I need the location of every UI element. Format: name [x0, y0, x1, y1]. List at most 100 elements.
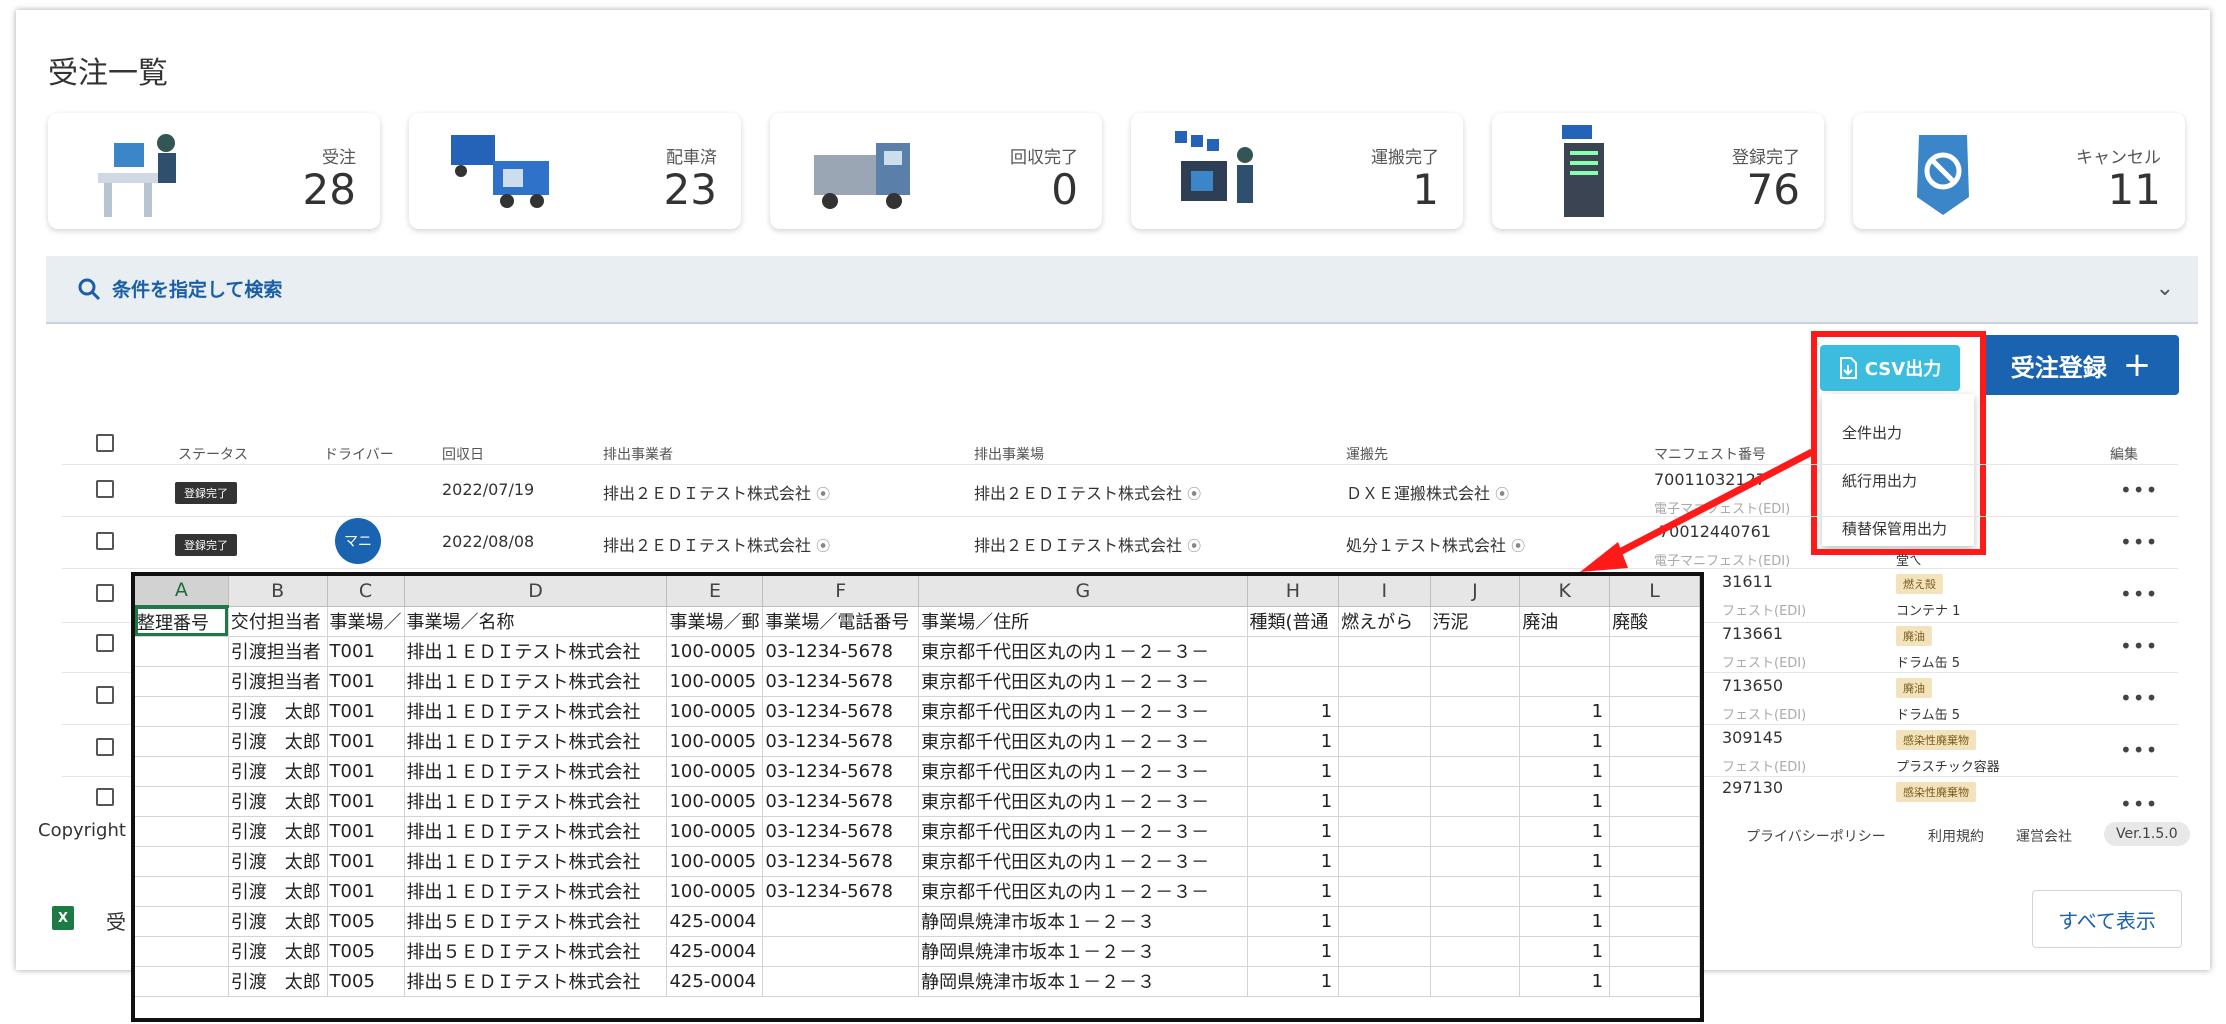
location-pin-icon[interactable]: ⦿ [1511, 539, 1525, 555]
sheet-column-header[interactable]: H [1247, 576, 1340, 607]
sheet-cell[interactable]: 種類(普通 [1247, 606, 1340, 637]
row-checkbox[interactable] [96, 738, 114, 756]
stat-card-dispatched[interactable]: 配車済 23 [409, 113, 741, 229]
sheet-cell[interactable] [1609, 936, 1700, 967]
sheet-cell[interactable] [1609, 696, 1700, 727]
show-all-downloads-button[interactable]: すべて表示 [2032, 890, 2182, 948]
sheet-cell[interactable] [1609, 906, 1700, 937]
sheet-cell[interactable]: 東京都千代田区丸の内１－２－３－ [918, 696, 1248, 727]
sheet-cell[interactable]: 1 [1519, 726, 1611, 757]
row-menu-button[interactable]: ••• [2120, 478, 2158, 502]
row-checkbox[interactable] [96, 788, 114, 806]
sheet-cell[interactable]: 1 [1247, 816, 1340, 847]
sheet-cell[interactable]: 事業場／ [327, 606, 405, 637]
location-pin-icon[interactable]: ⦿ [1495, 487, 1509, 503]
sheet-cell[interactable]: 03-1234-5678 [762, 876, 920, 907]
sheet-cell[interactable]: 東京都千代田区丸の内１－２－３－ [918, 786, 1248, 817]
sheet-cell[interactable]: 1 [1519, 786, 1611, 817]
row-checkbox[interactable] [96, 584, 114, 602]
sheet-cell[interactable]: 東京都千代田区丸の内１－２－３－ [918, 846, 1248, 877]
location-pin-icon[interactable]: ⦿ [1187, 539, 1201, 555]
stat-card-transported[interactable]: 運搬完了 1 [1131, 113, 1463, 229]
sheet-cell[interactable]: 排出１ＥＤＩテスト株式会社 [404, 756, 668, 787]
sheet-cell[interactable]: 1 [1247, 696, 1340, 727]
sheet-cell[interactable]: 1 [1519, 696, 1611, 727]
row-menu-button[interactable]: ••• [2120, 530, 2158, 554]
sheet-cell[interactable]: 交付担当者 [228, 606, 328, 637]
sheet-cell[interactable] [1430, 936, 1521, 967]
sheet-cell[interactable]: T001 [327, 876, 405, 907]
sheet-cell[interactable]: T005 [327, 906, 405, 937]
sheet-column-header[interactable]: A [135, 576, 229, 608]
sheet-cell[interactable] [1338, 786, 1431, 817]
add-order-button[interactable]: 受注登録 + [1983, 335, 2179, 395]
select-all-checkbox[interactable] [96, 434, 114, 452]
sheet-cell[interactable]: 事業場／郵 [666, 606, 764, 637]
sheet-cell[interactable]: 引渡 太郎 [228, 786, 328, 817]
sheet-cell[interactable]: 1 [1247, 936, 1340, 967]
sheet-column-header[interactable]: C [327, 576, 405, 607]
sheet-cell[interactable]: T005 [327, 936, 405, 967]
sheet-cell[interactable]: 100-0005 [666, 636, 764, 667]
sheet-cell[interactable] [135, 786, 229, 817]
sheet-cell[interactable]: 東京都千代田区丸の内１－２－３－ [918, 756, 1248, 787]
row-menu-button[interactable]: ••• [2120, 738, 2158, 762]
sheet-cell[interactable]: 03-1234-5678 [762, 636, 920, 667]
sheet-cell[interactable] [1609, 666, 1700, 697]
sheet-cell[interactable]: 排出１ＥＤＩテスト株式会社 [404, 636, 668, 667]
sheet-cell[interactable]: 03-1234-5678 [762, 846, 920, 877]
sheet-cell[interactable]: 排出５ＥＤＩテスト株式会社 [404, 906, 668, 937]
sheet-cell[interactable] [1338, 816, 1431, 847]
row-manifest[interactable]: 309145 [1722, 728, 1783, 747]
sheet-cell[interactable]: T001 [327, 726, 405, 757]
sheet-cell[interactable]: T001 [327, 816, 405, 847]
row-menu-button[interactable]: ••• [2120, 582, 2158, 606]
sheet-cell[interactable]: 引渡 太郎 [228, 816, 328, 847]
sheet-cell[interactable]: 排出１ＥＤＩテスト株式会社 [404, 876, 668, 907]
row-checkbox[interactable] [96, 480, 114, 498]
sheet-cell[interactable]: 東京都千代田区丸の内１－２－３－ [918, 816, 1248, 847]
sheet-cell[interactable]: 引渡 太郎 [228, 936, 328, 967]
sheet-cell[interactable]: 東京都千代田区丸の内１－２－３－ [918, 666, 1248, 697]
sheet-cell[interactable]: 東京都千代田区丸の内１－２－３－ [918, 636, 1248, 667]
sheet-cell[interactable] [1338, 636, 1431, 667]
sheet-cell[interactable]: 燃えがら [1338, 606, 1431, 637]
sheet-cell[interactable] [1609, 636, 1700, 667]
sheet-cell[interactable] [1609, 786, 1700, 817]
sheet-cell[interactable]: 1 [1247, 786, 1340, 817]
sheet-cell[interactable]: 03-1234-5678 [762, 786, 920, 817]
sheet-cell[interactable]: 排出１ＥＤＩテスト株式会社 [404, 696, 668, 727]
privacy-link[interactable]: プライバシーポリシー [1746, 826, 1886, 846]
sheet-cell[interactable]: 静岡県焼津市坂本１－２－３ [918, 966, 1248, 997]
sheet-cell[interactable]: 425-0004 [666, 906, 764, 937]
sheet-cell[interactable] [1338, 876, 1431, 907]
location-pin-icon[interactable]: ⦿ [816, 539, 830, 555]
sheet-cell[interactable] [1338, 966, 1431, 997]
sheet-cell[interactable]: 引渡 太郎 [228, 756, 328, 787]
stat-card-registered[interactable]: 登録完了 76 [1492, 113, 1824, 229]
sheet-cell[interactable]: 1 [1247, 906, 1340, 937]
sheet-cell[interactable]: 1 [1519, 876, 1611, 907]
download-file-name[interactable]: 受 [106, 906, 126, 935]
sheet-cell[interactable]: T001 [327, 666, 405, 697]
sheet-cell[interactable]: 引渡担当者 [228, 666, 328, 697]
row-checkbox[interactable] [96, 634, 114, 652]
sheet-cell[interactable]: 東京都千代田区丸の内１－２－３－ [918, 876, 1248, 907]
sheet-cell[interactable] [762, 906, 920, 937]
row-manifest[interactable]: 70012440761 [1659, 522, 1771, 541]
terms-link[interactable]: 利用規約 [1928, 826, 1984, 846]
row-menu-button[interactable]: ••• [2120, 792, 2158, 816]
sheet-cell[interactable]: 事業場／住所 [918, 606, 1248, 637]
sheet-cell[interactable] [1338, 666, 1431, 697]
sheet-cell[interactable]: 引渡 太郎 [228, 696, 328, 727]
sheet-cell[interactable] [1519, 666, 1611, 697]
sheet-column-header[interactable]: B [228, 576, 328, 607]
operator-link[interactable]: 運営会社 [2016, 826, 2072, 846]
sheet-cell[interactable] [1430, 966, 1521, 997]
sheet-cell[interactable]: 排出５ＥＤＩテスト株式会社 [404, 966, 668, 997]
location-pin-icon[interactable]: ⦿ [816, 487, 830, 503]
sheet-cell[interactable] [1338, 846, 1431, 877]
sheet-cell[interactable]: 引渡 太郎 [228, 906, 328, 937]
sheet-cell[interactable]: T001 [327, 636, 405, 667]
sheet-cell[interactable] [135, 936, 229, 967]
